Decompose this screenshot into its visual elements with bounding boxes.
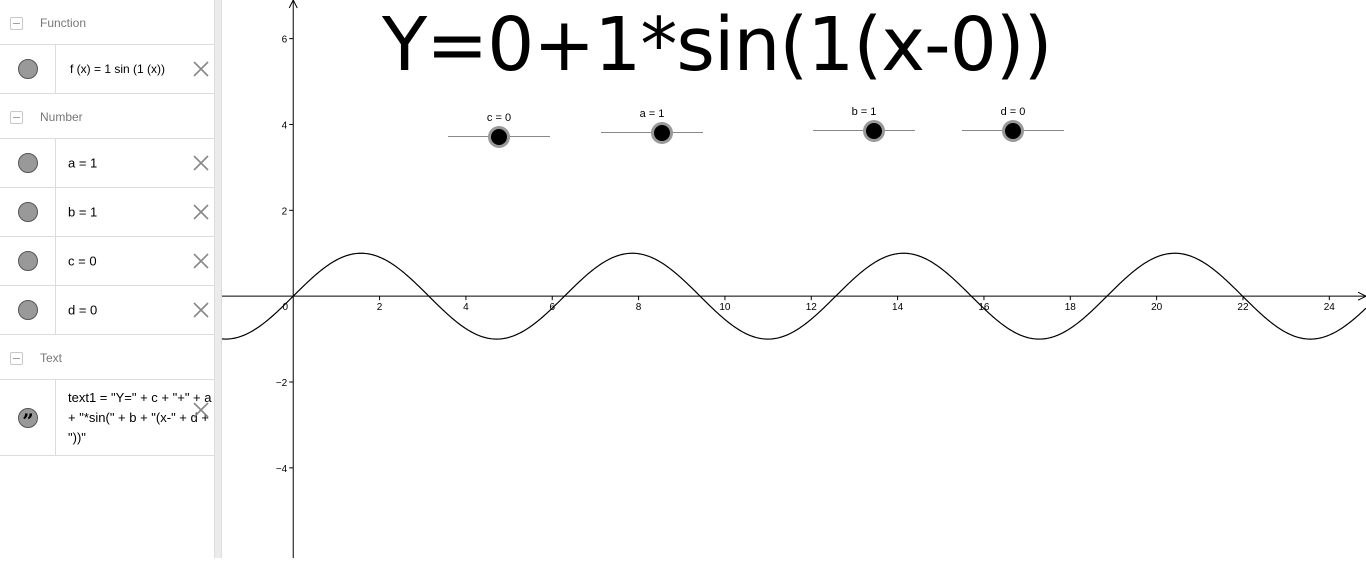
visibility-toggle-icon[interactable] xyxy=(18,59,38,79)
slider-label: a = 1 xyxy=(639,108,665,120)
x-tick-label: 4 xyxy=(463,302,469,313)
delete-icon[interactable] xyxy=(191,202,211,222)
delete-icon[interactable] xyxy=(191,300,211,320)
x-tick-label: 16 xyxy=(978,302,990,313)
slider-label: c = 0 xyxy=(486,112,512,124)
y-tick-label: 2 xyxy=(282,206,288,217)
slider-d[interactable]: d = 0 xyxy=(962,106,1064,142)
item-definition[interactable]: c = 0 xyxy=(68,254,97,269)
y-tick-label: −2 xyxy=(276,378,288,389)
category-label: Function xyxy=(40,16,87,30)
category-label: Number xyxy=(40,110,83,124)
quote-icon: ” xyxy=(22,408,34,433)
y-tick-label: −4 xyxy=(276,464,288,475)
y-tick-label: 4 xyxy=(282,120,288,131)
x-tick-label: 10 xyxy=(719,302,731,313)
delete-icon[interactable] xyxy=(191,59,211,79)
delete-icon[interactable] xyxy=(191,251,211,271)
slider-knob[interactable] xyxy=(1005,123,1021,139)
collapse-icon[interactable] xyxy=(10,111,23,124)
collapse-icon[interactable] xyxy=(10,17,23,30)
category-number[interactable]: Number xyxy=(0,94,214,139)
visibility-toggle-icon[interactable] xyxy=(18,300,38,320)
algebra-item-f[interactable]: f (x) = 1 sin (1 (x)) xyxy=(0,45,214,94)
visibility-toggle-icon[interactable] xyxy=(18,153,38,173)
item-definition[interactable]: a = 1 xyxy=(68,156,97,171)
category-text[interactable]: Text xyxy=(0,335,214,380)
view-splitter[interactable] xyxy=(215,0,222,558)
algebra-item-text1[interactable]: ” text1 = "Y=" + c + "+" + a + "*sin(" +… xyxy=(0,380,214,456)
algebra-item-d[interactable]: d = 0 xyxy=(0,286,214,335)
item-definition[interactable]: f (x) = 1 sin (1 (x)) xyxy=(70,62,165,76)
visibility-toggle-icon[interactable] xyxy=(18,202,38,222)
x-tick-label: 20 xyxy=(1151,302,1163,313)
x-tick-label: 24 xyxy=(1324,302,1336,313)
item-definition[interactable]: b = 1 xyxy=(68,205,97,220)
x-tick-label: 8 xyxy=(636,302,642,313)
slider-knob[interactable] xyxy=(866,123,883,139)
visibility-toggle-icon[interactable] xyxy=(18,251,38,271)
x-tick-label: 12 xyxy=(806,302,818,313)
algebra-item-b[interactable]: b = 1 xyxy=(0,188,214,237)
slider-knob[interactable] xyxy=(654,125,671,141)
delete-icon[interactable] xyxy=(191,153,211,173)
slider-knob[interactable] xyxy=(491,129,507,145)
item-definition[interactable]: d = 0 xyxy=(68,303,97,318)
algebra-view: Function f (x) = 1 sin (1 (x)) Number a … xyxy=(0,0,215,558)
y-tick-label: 6 xyxy=(282,35,288,46)
slider-track[interactable] xyxy=(601,132,703,133)
collapse-icon[interactable] xyxy=(10,352,23,365)
x-tick-label: 22 xyxy=(1237,302,1249,313)
slider-c[interactable]: c = 0 xyxy=(448,112,550,148)
x-tick-label: 18 xyxy=(1065,302,1077,313)
algebra-item-c[interactable]: c = 0 xyxy=(0,237,214,286)
category-function[interactable]: Function xyxy=(0,0,214,45)
slider-b[interactable]: b = 1 xyxy=(813,106,915,142)
category-label: Text xyxy=(40,351,63,365)
slider-label: d = 0 xyxy=(1000,106,1026,118)
slider-a[interactable]: a = 1 xyxy=(601,108,703,144)
x-tick-label: 2 xyxy=(377,302,383,313)
x-tick-label: 14 xyxy=(892,302,904,313)
slider-label: b = 1 xyxy=(851,106,877,118)
delete-icon[interactable] xyxy=(191,400,211,420)
text1-display[interactable]: Y=0+1*sin(1(x-0)) xyxy=(382,2,1053,88)
slider-track[interactable] xyxy=(813,130,915,131)
algebra-item-a[interactable]: a = 1 xyxy=(0,139,214,188)
